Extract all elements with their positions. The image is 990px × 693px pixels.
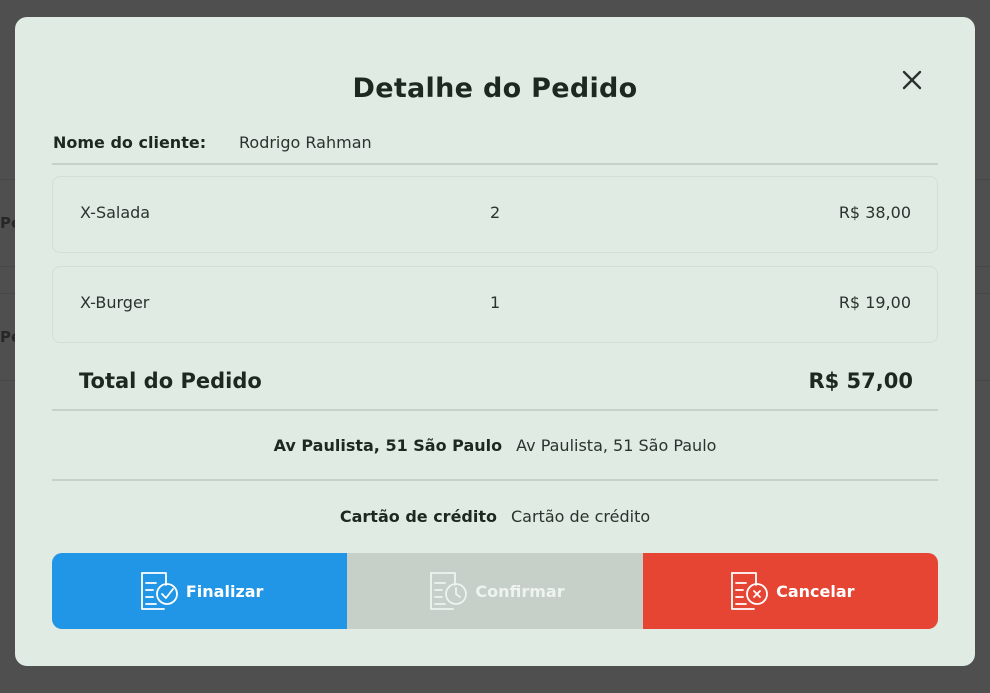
total-label: Total do Pedido: [79, 369, 262, 393]
customer-row: Nome do cliente: Rodrigo Rahman: [52, 129, 938, 165]
order-detail-modal: Detalhe do Pedido Nome do cliente: Rodri…: [15, 17, 975, 666]
payment-row: Cartão de crédito Cartão de crédito: [52, 481, 938, 551]
address-value: Av Paulista, 51 São Paulo: [516, 435, 717, 455]
order-clock-icon: [430, 572, 468, 610]
order-item: X-Salada 2 R$ 38,00: [52, 176, 938, 253]
finalizar-label: Finalizar: [185, 581, 264, 601]
total-value: R$ 57,00: [808, 369, 913, 393]
order-item: X-Burger 1 R$ 19,00: [52, 266, 938, 343]
close-button[interactable]: [899, 67, 925, 93]
payment-label: Cartão de crédito: [339, 506, 497, 526]
item-quantity: 1: [490, 293, 501, 312]
modal-title: Detalhe do Pedido: [352, 73, 638, 104]
item-name: X-Salada: [80, 203, 151, 222]
finalizar-button[interactable]: Finalizar: [52, 553, 348, 629]
cancelar-button[interactable]: Cancelar: [642, 553, 938, 629]
confirmar-label: Confirmar: [475, 581, 565, 601]
item-price: R$ 38,00: [838, 203, 911, 222]
item-quantity: 2: [490, 203, 501, 222]
order-check-icon: [140, 572, 178, 610]
item-price: R$ 19,00: [838, 293, 911, 312]
payment-value: Cartão de crédito: [511, 506, 651, 526]
address-row: Av Paulista, 51 São Paulo Av Paulista, 5…: [52, 411, 938, 481]
customer-label: Nome do cliente:: [53, 133, 207, 152]
order-total-row: Total do Pedido R$ 57,00: [52, 351, 938, 411]
address-label: Av Paulista, 51 São Paulo: [273, 435, 503, 455]
item-name: X-Burger: [80, 293, 150, 312]
confirmar-button[interactable]: Confirmar: [347, 553, 643, 629]
close-icon: [902, 70, 922, 90]
action-bar: Finalizar Confirmar Cancelar: [52, 553, 938, 629]
cancelar-label: Cancelar: [776, 581, 855, 601]
customer-name: Rodrigo Rahman: [239, 133, 372, 152]
order-cancel-icon: [731, 572, 768, 610]
